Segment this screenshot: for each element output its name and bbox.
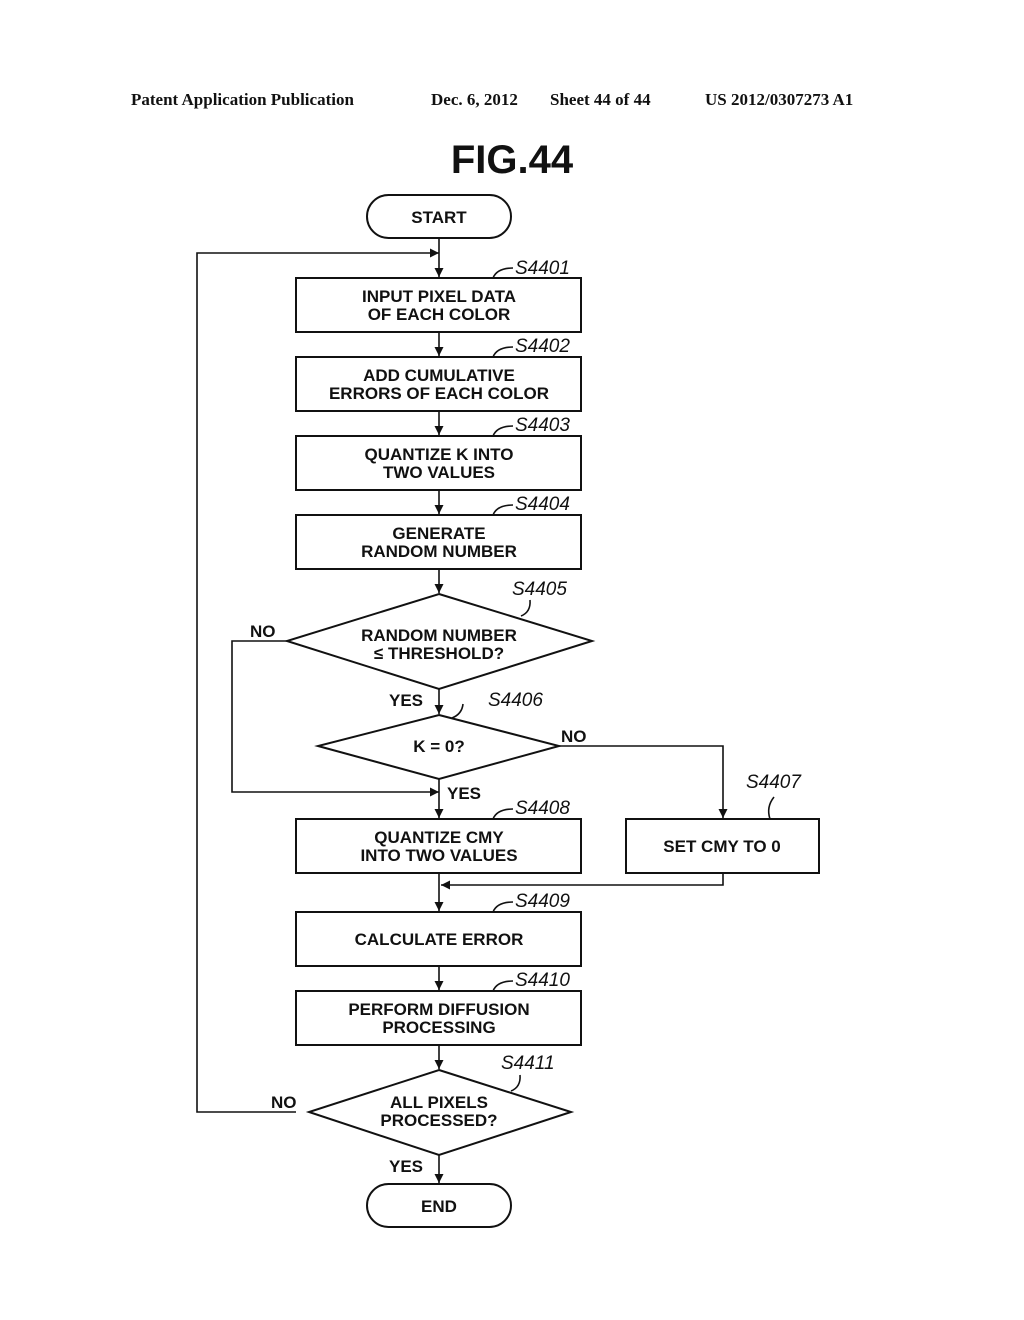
s4405-yes-label: YES <box>389 691 423 710</box>
step-s4408-line2: INTO TWO VALUES <box>360 846 517 865</box>
step-s4402-id: S4402 <box>515 336 570 357</box>
step-s4401-leader <box>492 267 514 279</box>
step-s4408-id: S4408 <box>515 798 570 819</box>
step-s4403-line1: QUANTIZE K INTO <box>365 445 514 464</box>
arrow-s4406-no <box>559 745 728 818</box>
s4406-yes-label: YES <box>447 784 481 803</box>
decision-s4405-line2: ≤ THRESHOLD? <box>374 644 504 663</box>
decision-s4406-id: S4406 <box>488 690 543 711</box>
step-s4408-line1: QUANTIZE CMY <box>374 828 504 847</box>
end-terminal: END <box>366 1183 512 1228</box>
step-s4403-leader <box>492 425 514 437</box>
s4406-no-label: NO <box>561 727 587 746</box>
step-s4409-line1: CALCULATE ERROR <box>355 930 524 949</box>
step-s4404-leader <box>492 504 514 516</box>
step-s4403-line2: TWO VALUES <box>383 463 495 482</box>
flowchart: START INPUT PIXEL DATA OF EACH COLOR S44… <box>196 194 820 1228</box>
step-s4407-line1: SET CMY TO 0 <box>663 837 780 856</box>
decision-s4406-leader <box>451 703 464 719</box>
arrow-s4407-merge <box>441 873 724 890</box>
step-s4404-id: S4404 <box>515 494 570 515</box>
s4411-yes-label: YES <box>389 1157 423 1176</box>
decision-s4405-line1: RANDOM NUMBER <box>361 626 517 645</box>
step-s4407-id: S4407 <box>746 772 802 793</box>
start-label: START <box>411 208 467 227</box>
step-s4410-line1: PERFORM DIFFUSION <box>348 1000 529 1019</box>
s4411-no-label: NO <box>271 1093 297 1112</box>
step-s4409-id: S4409 <box>515 891 570 912</box>
start-terminal: START <box>366 194 512 239</box>
step-s4402-line2: ERRORS OF EACH COLOR <box>329 384 549 403</box>
step-s4407-leader <box>767 796 775 820</box>
s4405-no-label: NO <box>250 622 276 641</box>
step-s4401-line1: INPUT PIXEL DATA <box>362 287 516 306</box>
decision-s4411: ALL PIXELS PROCESSED? S4411 NO YES <box>271 1053 575 1176</box>
decision-s4405-id: S4405 <box>512 579 567 600</box>
end-label: END <box>421 1197 457 1216</box>
step-s4402-leader <box>492 346 514 358</box>
step-s4403-id: S4403 <box>515 415 570 436</box>
step-s4402-line1: ADD CUMULATIVE <box>363 366 515 385</box>
decision-s4411-line2: PROCESSED? <box>380 1111 497 1130</box>
step-s4404-line1: GENERATE <box>392 524 485 543</box>
decision-s4405-leader <box>520 599 531 617</box>
decision-s4411-id: S4411 <box>501 1053 555 1074</box>
decision-s4411-leader <box>510 1074 521 1092</box>
decision-s4406: K = 0? S4406 NO YES <box>314 690 587 803</box>
step-s4410-id: S4410 <box>515 970 570 991</box>
step-s4401-line2: OF EACH COLOR <box>368 305 511 324</box>
step-s4410-line2: PROCESSING <box>382 1018 495 1037</box>
decision-s4406-line1: K = 0? <box>413 737 465 756</box>
step-s4410-leader <box>492 980 514 992</box>
step-s4404-line2: RANDOM NUMBER <box>361 542 517 561</box>
step-s4408-leader <box>492 808 514 820</box>
step-s4409-leader <box>492 901 514 913</box>
decision-s4411-line1: ALL PIXELS <box>390 1093 488 1112</box>
step-s4401-id: S4401 <box>515 258 570 279</box>
